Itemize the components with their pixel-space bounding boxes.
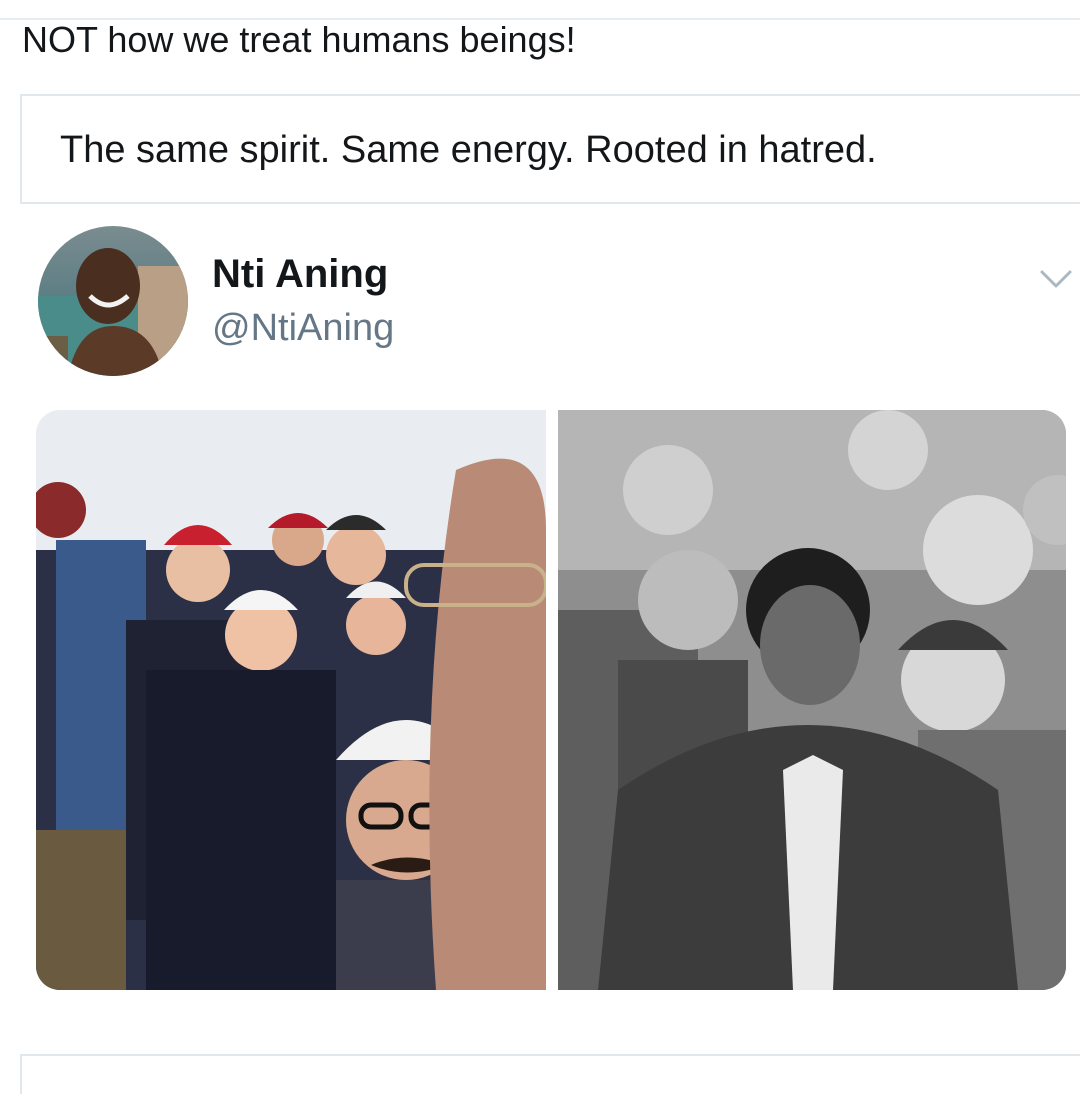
media-photo-right[interactable] (558, 410, 1066, 990)
avatar-photo (38, 226, 188, 376)
tweet-text: NOT how we treat humans beings! (22, 19, 576, 60)
next-tweet-card (20, 1054, 1080, 1094)
display-name[interactable]: Nti Aning (212, 252, 388, 296)
tweet-media[interactable] (36, 410, 1066, 990)
chevron-down-icon[interactable] (1036, 264, 1076, 294)
media-photo-left[interactable] (36, 410, 546, 990)
avatar[interactable] (38, 226, 188, 376)
user-handle[interactable]: @NtiAning (212, 306, 394, 350)
quoted-tweet-card[interactable]: The same spirit. Same energy. Rooted in … (20, 94, 1080, 204)
quoted-tweet-text: The same spirit. Same energy. Rooted in … (60, 129, 877, 171)
